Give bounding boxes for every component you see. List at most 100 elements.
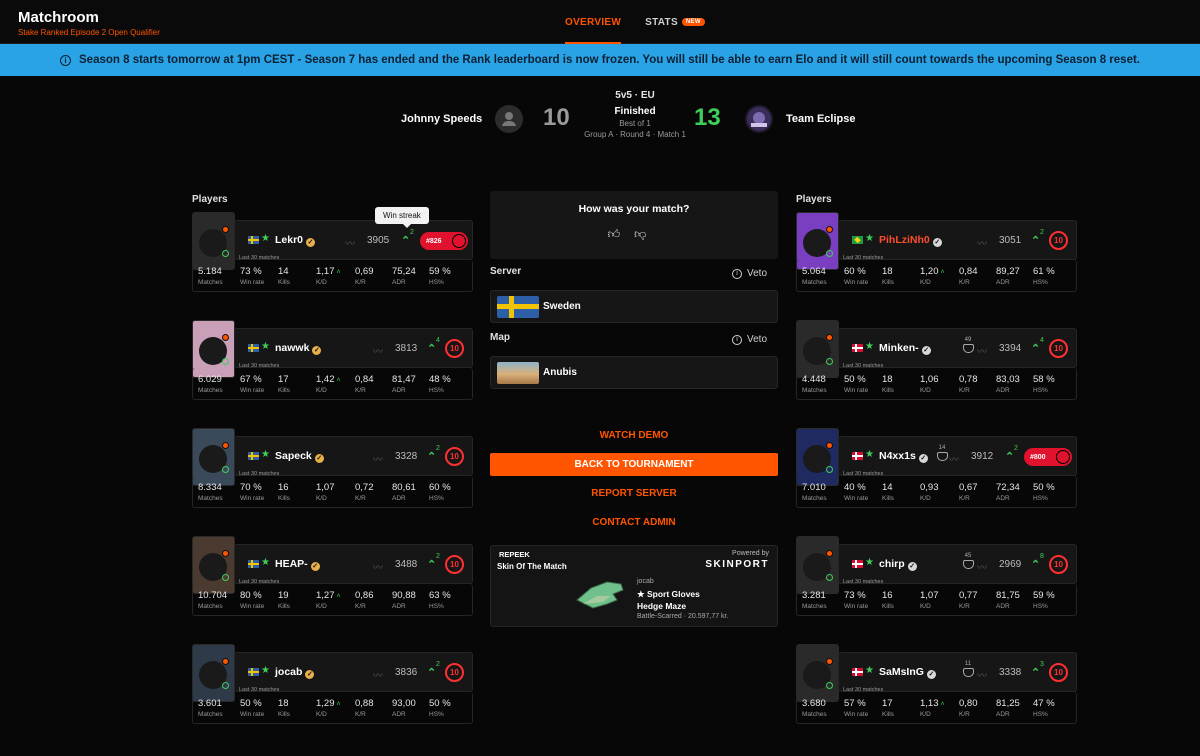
stat-value: 63 %: [429, 590, 451, 601]
star-icon: ★: [865, 449, 874, 460]
win-streak-icon[interactable]: ⌃: [1031, 234, 1040, 247]
stat-label: K/R: [355, 387, 366, 394]
player-name[interactable]: jocab ✓: [275, 666, 315, 679]
shield-icon: [826, 682, 833, 689]
rank-number: #800: [1030, 453, 1046, 461]
verified-icon: ✓: [907, 562, 917, 571]
stat-value: 0,80: [959, 698, 978, 709]
match-info: 5v5 · EU Finished Best of 1 Group A · Ro…: [560, 90, 710, 139]
stat-label: Matches: [802, 387, 827, 394]
team2-avatar[interactable]: [745, 105, 773, 133]
verified-icon: ✓: [310, 562, 320, 571]
skin-name-1: ★ Sport Gloves: [637, 589, 700, 599]
player-card[interactable]: ★ HEAP- ✓ 〰 3488 ⌃ 2 10 Last 30 matches 1…: [192, 536, 473, 616]
stat-value: 0,88: [355, 698, 374, 709]
win-streak-icon[interactable]: ⌃: [427, 342, 436, 355]
country-flag-icon: [248, 236, 259, 244]
player-name[interactable]: PihLziNh0 ✓: [879, 234, 942, 247]
win-streak-icon[interactable]: ⌃: [401, 234, 410, 247]
stat-kd: 1,07 K/D: [316, 482, 335, 502]
server-veto[interactable]: i Veto: [732, 268, 767, 279]
player-card[interactable]: ★ Sapeck ✓ 〰 3328 ⌃ 2 10 Last 30 matches …: [192, 428, 473, 508]
server-label: Server: [490, 266, 522, 277]
shield-icon: [826, 250, 833, 257]
win-streak-icon[interactable]: ⌃: [427, 666, 436, 679]
elo-trend-icon: 〰: [977, 671, 987, 682]
player-card[interactable]: ★ jocab ✓ 〰 3836 ⌃ 2 10 Last 30 matches 3…: [192, 644, 473, 724]
skin-of-the-match[interactable]: REPEEK Skin Of The Match Powered by SKIN…: [490, 545, 778, 627]
skill-level-icon: 10: [1049, 663, 1068, 682]
star-icon: ★: [261, 665, 270, 676]
stat-kills: 17 Kills: [278, 374, 290, 394]
tab-stats[interactable]: STATS NEW: [645, 0, 705, 44]
elo-value: 3905: [367, 235, 390, 246]
player-card[interactable]: ★ Minken- ✓ 49 〰 3394 ⌃ 4 10 Last 30 matc…: [796, 320, 1077, 400]
stat-kills: 19 Kills: [278, 590, 290, 610]
shield-icon: [826, 574, 833, 581]
thumbs-up-icon[interactable]: 👍︎: [608, 227, 635, 241]
player-name[interactable]: chirp ✓: [879, 558, 917, 571]
win-streak-icon[interactable]: ⌃: [1005, 450, 1014, 463]
win-streak-icon[interactable]: ⌃: [1031, 558, 1040, 571]
stat-label: Kills: [882, 495, 894, 502]
team2-name[interactable]: Team Eclipse: [786, 113, 856, 125]
win-streak-icon[interactable]: ⌃: [427, 450, 436, 463]
watch-demo-link[interactable]: WATCH DEMO: [490, 430, 778, 441]
shield-icon: [222, 682, 229, 689]
player-row: ★ nawwk ✓ 〰 3813 ⌃ 4 10: [234, 328, 473, 368]
skill-level-value: 10: [450, 668, 459, 677]
country-flag-icon: [248, 560, 259, 568]
stat-value: 5.184: [198, 266, 222, 277]
player-name[interactable]: Sapeck ✓: [275, 450, 324, 463]
player-name[interactable]: N4xx1s ✓: [879, 450, 928, 463]
player-name[interactable]: Lekr0 ✓: [275, 234, 316, 247]
player-row: ★ jocab ✓ 〰 3836 ⌃ 2 10: [234, 652, 473, 692]
stat-value: 7.010: [802, 482, 826, 493]
stat-value: 83,03: [996, 374, 1020, 385]
stat-hs: 63 % HS%: [429, 590, 451, 610]
rank-number: #826: [426, 237, 442, 245]
player-name[interactable]: SaMsInG ✓: [879, 666, 936, 679]
sweden-flag-icon: [497, 296, 539, 318]
player-card[interactable]: ★ chirp ✓ 45 〰 2969 ⌃ 8 10 Last 30 matche…: [796, 536, 1077, 616]
map-veto[interactable]: i Veto: [732, 334, 767, 345]
report-server-link[interactable]: REPORT SERVER: [490, 488, 778, 499]
contact-admin-link[interactable]: CONTACT ADMIN: [490, 517, 778, 528]
stat-value: 89,27: [996, 266, 1020, 277]
player-card[interactable]: ★ N4xx1s ✓ 14 〰 3912 ⌃ 2 #800 Last 30 mat…: [796, 428, 1077, 508]
map-value: Anubis: [543, 367, 577, 378]
stat-hs: 50 % HS%: [1033, 482, 1055, 502]
player-name[interactable]: nawwk ✓: [275, 342, 322, 355]
stat-value: 90,88: [392, 590, 416, 601]
stat-value: 75,24: [392, 266, 416, 277]
player-card[interactable]: ★ Lekr0 ✓ 〰 3905 ⌃ 2 #826 Last 30 matches…: [192, 212, 473, 292]
stat-value: 73 %: [240, 266, 262, 277]
player-card[interactable]: ★ PihLziNh0 ✓ 〰 3051 ⌃ 2 10 Last 30 match…: [796, 212, 1077, 292]
win-streak-icon[interactable]: ⌃: [427, 558, 436, 571]
tab-overview[interactable]: OVERVIEW: [565, 0, 622, 44]
stat-adr: 81,75 ADR: [996, 590, 1020, 610]
team1-avatar[interactable]: [495, 105, 523, 133]
verified-icon: ✓: [926, 670, 936, 679]
stat-value: 1,06: [920, 374, 939, 385]
match-mode: 5v5 · EU: [615, 90, 655, 101]
player-name[interactable]: Minken- ✓: [879, 342, 931, 355]
star-icon: ★: [865, 233, 874, 244]
stat-value: 4.448: [802, 374, 826, 385]
stat-label: ADR: [392, 603, 406, 610]
player-name[interactable]: HEAP- ✓: [275, 558, 320, 571]
skin-detail: Battle-Scarred · 20.597,77 kr.: [637, 613, 729, 620]
player-card[interactable]: ★ SaMsInG ✓ 11 〰 3338 ⌃ 3 10 Last 30 matc…: [796, 644, 1077, 724]
stat-label: K/D: [920, 495, 931, 502]
win-streak-icon[interactable]: ⌃: [1031, 666, 1040, 679]
team1-name[interactable]: Johnny Speeds: [401, 113, 482, 125]
win-streak-icon[interactable]: ⌃: [1031, 342, 1040, 355]
team2-players-label: Players: [796, 194, 832, 205]
thumbs-down-icon[interactable]: 👎︎: [634, 227, 660, 241]
back-to-tournament-button[interactable]: BACK TO TOURNAMENT: [490, 453, 778, 476]
win-streak-count: 2: [436, 661, 440, 668]
player-card[interactable]: ★ nawwk ✓ 〰 3813 ⌃ 4 10 Last 30 matches 6…: [192, 320, 473, 400]
player-name-text: Minken-: [879, 342, 919, 354]
stat-kr: 0,86 K/R: [355, 590, 374, 610]
tournament-name[interactable]: Stake Ranked Episode 2 Open Qualifier: [18, 28, 160, 37]
